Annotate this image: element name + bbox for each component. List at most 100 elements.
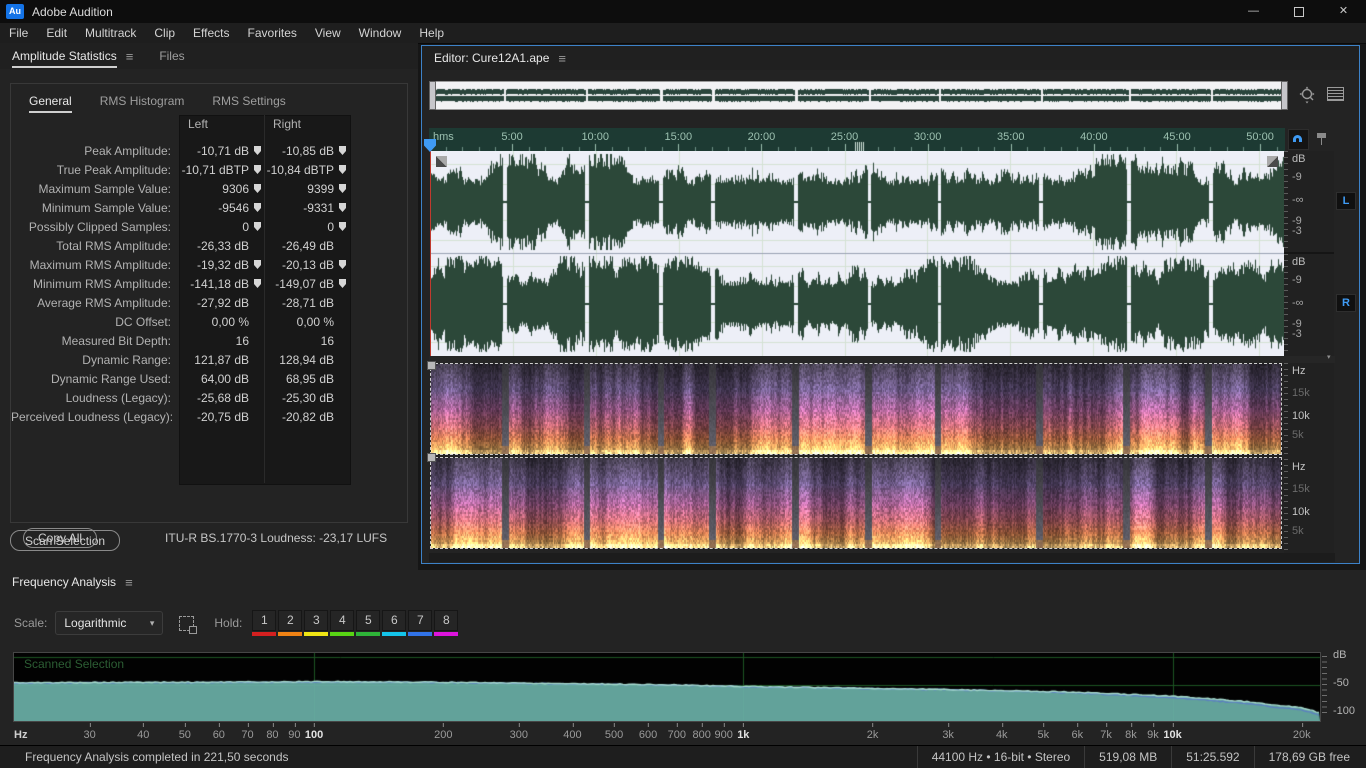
waveform-canvas[interactable] xyxy=(430,151,1284,356)
stat-value-right: 0,00 % xyxy=(297,315,334,329)
stat-cell-left: 121,87 dB xyxy=(181,353,266,367)
locate-marker-icon[interactable] xyxy=(339,184,346,193)
locate-marker-icon[interactable] xyxy=(339,146,346,155)
hold-color-bar xyxy=(304,632,328,636)
close-button[interactable]: ✕ xyxy=(1321,0,1366,23)
spectrogram-display[interactable] xyxy=(430,363,1284,553)
stat-cell-right: -9331 xyxy=(266,201,351,215)
amplitude-scale-label: dB xyxy=(1292,256,1305,268)
locate-marker-icon[interactable] xyxy=(339,203,346,212)
locate-marker-icon[interactable] xyxy=(254,260,261,269)
waveform-display[interactable] xyxy=(430,151,1284,356)
selection-handle[interactable] xyxy=(427,453,436,462)
panel-menu-icon[interactable]: ≡ xyxy=(125,575,133,590)
stat-cell-left: 0,00 % xyxy=(181,315,266,329)
navigator-handle-right[interactable] xyxy=(1281,81,1288,110)
spectrogram-canvas[interactable] xyxy=(431,364,1281,454)
timeline-ruler[interactable]: hms 5:0010:0015:0020:0025:0030:0035:0040… xyxy=(429,128,1285,151)
spectrogram-band-left[interactable] xyxy=(430,363,1282,455)
magnet-glyph xyxy=(1293,135,1302,142)
menu-item[interactable]: View xyxy=(306,23,350,43)
stat-value-left: 121,87 dB xyxy=(194,353,249,367)
locate-marker-icon[interactable] xyxy=(254,146,261,155)
hold-button[interactable]: 8 xyxy=(434,610,458,636)
menu-item[interactable]: File xyxy=(0,23,37,43)
tab-amplitude-statistics[interactable]: Amplitude Statistics ≡ xyxy=(12,43,133,69)
stat-cell-right: 16 xyxy=(266,334,351,348)
stats-tab[interactable]: RMS Settings xyxy=(212,90,285,113)
scale-dropdown[interactable]: Logarithmic ▾ xyxy=(55,611,163,635)
overview-navigator[interactable] xyxy=(429,81,1288,110)
hold-button[interactable]: 7 xyxy=(408,610,432,636)
spectrogram-canvas[interactable] xyxy=(431,458,1281,548)
channel-button-right[interactable]: R xyxy=(1336,294,1356,312)
panel-menu-icon[interactable]: ≡ xyxy=(558,51,566,66)
menu-item[interactable]: Multitrack xyxy=(76,23,145,43)
stat-row: Measured Bit Depth: 16 16 xyxy=(11,331,359,350)
locate-marker-icon[interactable] xyxy=(339,165,346,174)
display-options-icon[interactable] xyxy=(1327,87,1344,101)
navigator-handle-left[interactable] xyxy=(429,81,436,110)
locate-marker-icon[interactable] xyxy=(339,222,346,231)
hold-button[interactable]: 3 xyxy=(304,610,328,636)
locate-marker-icon[interactable] xyxy=(339,260,346,269)
hold-button[interactable]: 1 xyxy=(252,610,276,636)
stat-value-left: -25,68 dB xyxy=(197,391,249,405)
tab-files[interactable]: Files xyxy=(159,43,184,69)
stat-value-left: -141,18 dB xyxy=(190,277,249,291)
spectrogram-band-right[interactable] xyxy=(430,457,1282,549)
collapse-arrow-icon[interactable]: ▾ xyxy=(1327,353,1331,361)
stat-cell-right: -28,71 dB xyxy=(266,296,351,310)
locate-marker-icon[interactable] xyxy=(254,165,261,174)
menu-item[interactable]: Effects xyxy=(184,23,238,43)
tab-editor[interactable]: Editor: Cure12A1.ape ≡ xyxy=(434,46,566,70)
stat-value-right: -20,13 dB xyxy=(282,258,334,272)
amplitude-ruler: dB-9-∞-9-3 dB-9-∞-9-3 xyxy=(1284,151,1334,356)
playhead-line[interactable] xyxy=(430,151,431,356)
hold-button[interactable]: 4 xyxy=(330,610,354,636)
menu-item[interactable]: Edit xyxy=(37,23,76,43)
y-tick-label: -50 xyxy=(1333,677,1349,689)
frequency-chart-canvas[interactable] xyxy=(14,653,1320,721)
panel-menu-icon[interactable]: ≡ xyxy=(126,49,134,64)
zoom-navigator-icon[interactable] xyxy=(1298,85,1318,105)
menu-item[interactable]: Favorites xyxy=(239,23,306,43)
stats-tab[interactable]: General xyxy=(29,90,72,113)
menu-item[interactable]: Clip xyxy=(145,23,184,43)
maximize-button[interactable] xyxy=(1276,0,1321,23)
locate-marker-icon[interactable] xyxy=(339,279,346,288)
hold-color-bar xyxy=(278,632,302,636)
menu-item[interactable]: Window xyxy=(350,23,411,43)
menu-item[interactable]: Help xyxy=(410,23,453,43)
selection-knob-right[interactable] xyxy=(1267,156,1278,167)
stat-cell-left: -141,18 dB xyxy=(181,277,266,291)
copy-graph-icon[interactable] xyxy=(179,616,194,631)
frequency-chart[interactable]: Scanned Selection xyxy=(13,652,1321,722)
overview-waveform[interactable] xyxy=(430,82,1285,107)
selection-handle[interactable] xyxy=(427,361,436,370)
y-tick-label: dB xyxy=(1333,649,1346,661)
add-marker-icon[interactable] xyxy=(1312,129,1333,150)
hold-button[interactable]: 2 xyxy=(278,610,302,636)
minimize-button[interactable]: — xyxy=(1231,0,1276,23)
locate-marker-icon[interactable] xyxy=(254,203,261,212)
stats-tab[interactable]: RMS Histogram xyxy=(100,90,185,113)
view-divider[interactable]: ▾ xyxy=(429,356,1335,363)
stat-label: Loudness (Legacy): xyxy=(11,391,181,405)
time-label: 5:00 xyxy=(501,131,522,143)
tab-frequency-analysis[interactable]: Frequency Analysis ≡ xyxy=(12,570,133,594)
locate-marker-icon[interactable] xyxy=(254,222,261,231)
scan-selection-button[interactable]: Scan Selection xyxy=(10,530,120,551)
stat-cell-right: 0 xyxy=(266,220,351,234)
frequency-scale-label: Hz xyxy=(1292,461,1305,473)
ruler-tick-column xyxy=(1284,151,1288,252)
stat-value-left: 16 xyxy=(236,334,249,348)
selection-knob-left[interactable] xyxy=(436,156,447,167)
hold-button[interactable]: 6 xyxy=(382,610,406,636)
locate-marker-icon[interactable] xyxy=(254,184,261,193)
snapping-magnet-icon[interactable] xyxy=(1288,129,1309,150)
hold-button[interactable]: 5 xyxy=(356,610,380,636)
channel-button-left[interactable]: L xyxy=(1336,192,1356,210)
locate-marker-icon[interactable] xyxy=(254,279,261,288)
freq-controls: Scale: Logarithmic ▾ Hold: 1 2 3 xyxy=(14,610,458,636)
